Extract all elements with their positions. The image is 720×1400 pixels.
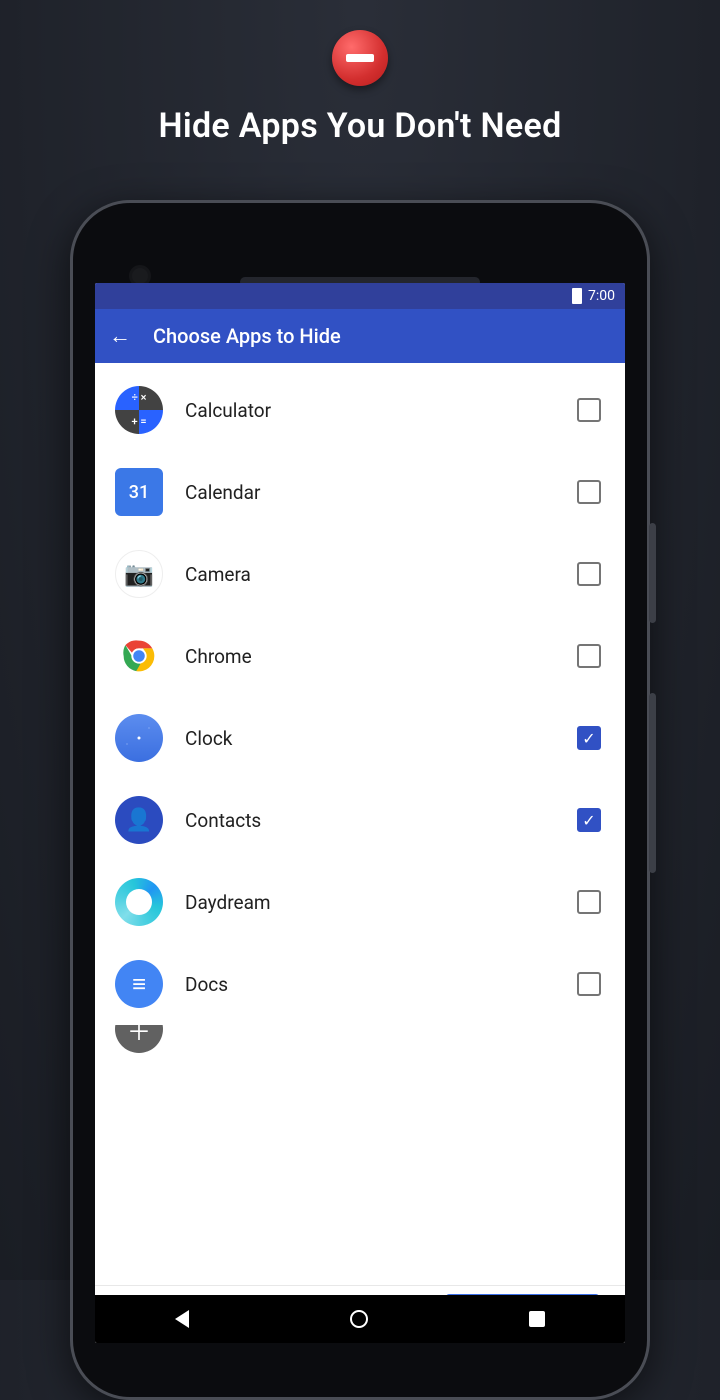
banner-title: Hide Apps You Don't Need — [0, 106, 720, 146]
app-label: Chrome — [185, 645, 577, 668]
screen: 7:00 ← Choose Apps to Hide Calculator 31… — [95, 283, 625, 1343]
app-label: Clock — [185, 727, 577, 750]
app-label: Docs — [185, 973, 577, 996]
nav-back-icon[interactable] — [175, 1310, 189, 1328]
checkbox[interactable] — [577, 890, 601, 914]
status-time: 7:00 — [588, 288, 615, 304]
calculator-icon — [115, 386, 163, 434]
app-row-calendar[interactable]: 31 Calendar — [95, 451, 625, 533]
contacts-icon: 👤 — [115, 796, 163, 844]
toolbar: ← Choose Apps to Hide — [95, 309, 625, 363]
checkbox[interactable] — [577, 480, 601, 504]
app-row-clock[interactable]: Clock ✓ — [95, 697, 625, 779]
calendar-icon: 31 — [115, 468, 163, 516]
app-row-chrome[interactable]: Chrome — [95, 615, 625, 697]
phone-side-button — [649, 523, 656, 623]
chrome-icon — [115, 632, 163, 680]
docs-icon: ≡ — [115, 960, 163, 1008]
status-bar: 7:00 — [95, 283, 625, 309]
app-label: Calendar — [185, 481, 577, 504]
promo-banner: Hide Apps You Don't Need — [0, 30, 720, 146]
app-row-partial[interactable]: ＋ — [95, 1025, 625, 1055]
checkbox[interactable] — [577, 972, 601, 996]
camera-icon: 📷 — [115, 550, 163, 598]
no-entry-icon — [332, 30, 388, 86]
app-row-docs[interactable]: ≡ Docs — [95, 943, 625, 1025]
app-label: Camera — [185, 563, 577, 586]
app-row-daydream[interactable]: Daydream — [95, 861, 625, 943]
app-row-calculator[interactable]: Calculator — [95, 369, 625, 451]
download-icon: ＋ — [115, 1025, 163, 1053]
phone-frame: 7:00 ← Choose Apps to Hide Calculator 31… — [70, 200, 650, 1400]
checkbox[interactable] — [577, 644, 601, 668]
phone-side-button — [649, 693, 656, 873]
checkbox[interactable] — [577, 562, 601, 586]
checkbox[interactable]: ✓ — [577, 726, 601, 750]
toolbar-title: Choose Apps to Hide — [153, 324, 341, 348]
back-icon[interactable]: ← — [109, 323, 131, 349]
app-label: Daydream — [185, 891, 577, 914]
app-label: Contacts — [185, 809, 577, 832]
daydream-icon — [115, 878, 163, 926]
app-row-contacts[interactable]: 👤 Contacts ✓ — [95, 779, 625, 861]
checkbox[interactable]: ✓ — [577, 808, 601, 832]
app-row-camera[interactable]: 📷 Camera — [95, 533, 625, 615]
android-navbar — [95, 1295, 625, 1343]
battery-icon — [572, 288, 582, 304]
nav-home-icon[interactable] — [350, 1310, 368, 1328]
clock-icon — [115, 714, 163, 762]
app-list[interactable]: Calculator 31 Calendar 📷 Camera Chrome — [95, 363, 625, 1285]
nav-recents-icon[interactable] — [529, 1311, 545, 1327]
app-label: Calculator — [185, 399, 577, 422]
checkbox[interactable] — [577, 398, 601, 422]
